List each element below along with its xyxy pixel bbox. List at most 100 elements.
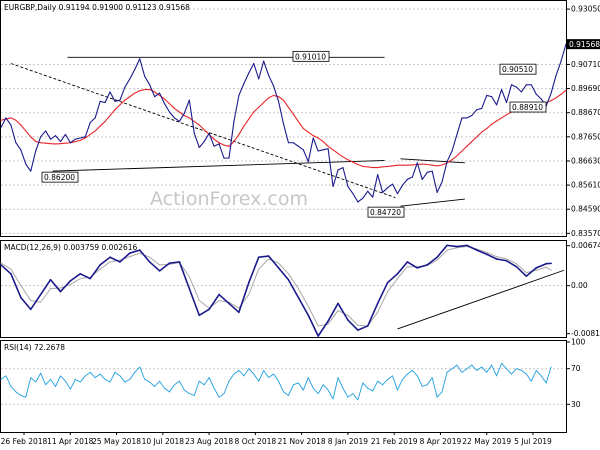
rsi-segment: [60, 375, 66, 382]
macd-lines: [0, 244, 552, 337]
price-segment: [188, 99, 195, 134]
price-segment: [322, 148, 329, 151]
macd-line-segment: [297, 296, 310, 317]
price-segment: [183, 99, 190, 114]
rsi-segment: [20, 394, 27, 398]
rsi-segment: [208, 377, 215, 389]
price-segment: [317, 149, 324, 152]
x-tick-label: 22 May 2019: [462, 437, 511, 446]
moving-average-segment: [426, 163, 433, 166]
moving-average-segment: [322, 141, 329, 147]
price-segment: [486, 94, 493, 98]
price-y-tick-label: 0.86630: [571, 156, 600, 165]
moving-average-segment: [183, 114, 190, 119]
rsi-segment: [35, 372, 42, 383]
moving-average-segment: [456, 150, 463, 157]
rsi-segment: [283, 391, 289, 396]
macd-signal-segment: [50, 287, 61, 290]
rsi-segment: [327, 389, 334, 400]
rsi-segment: [263, 370, 270, 379]
rsi-gridlines: [1, 368, 566, 405]
macd-signal-segment: [307, 305, 319, 327]
moving-average-segment: [243, 118, 250, 127]
rsi-segment: [268, 373, 275, 379]
moving-average-segment: [114, 104, 121, 111]
price-segment: [476, 107, 483, 111]
moving-average-segment: [367, 166, 374, 169]
macd-line-segment: [287, 278, 300, 299]
rsi-segment: [213, 387, 220, 398]
price-segment: [258, 60, 265, 80]
rsi-segment: [144, 378, 151, 383]
moving-average-segment: [258, 101, 265, 108]
price-segment: [59, 133, 66, 143]
rsi-segment: [347, 393, 354, 398]
macd-signal-segment: [198, 299, 210, 309]
moving-average-segment: [139, 88, 146, 92]
rsi-segment: [164, 387, 170, 393]
macd-line-segment: [39, 278, 52, 296]
x-axis: 26 Feb 2018 11 Apr 201825 May 2018 10 Jul …: [1, 432, 552, 446]
price-y-tick-label: 0.84590: [571, 205, 600, 214]
moving-average-segment: [297, 120, 304, 130]
rsi-segment: [525, 373, 532, 382]
price-segment: [515, 86, 522, 93]
x-tick-label: 25 May 2018: [92, 437, 141, 446]
rsi-segment: [15, 391, 22, 396]
moving-average-segment: [263, 97, 270, 104]
macd-line-segment: [89, 264, 101, 280]
macd-line-segment: [466, 244, 478, 251]
rsi-segment: [466, 364, 473, 370]
rsi-segment: [25, 377, 32, 398]
price-segment: [382, 187, 389, 193]
rsi-segment: [50, 378, 56, 387]
price-segment: [391, 183, 399, 195]
moving-average-segment: [233, 133, 240, 143]
moving-average-segment: [193, 120, 200, 126]
rsi-segment: [292, 382, 299, 386]
rsi-segment: [74, 378, 81, 383]
rsi-segment: [124, 378, 131, 383]
x-tick-label: 5 Jul 2019: [514, 437, 552, 446]
rsi-segment: [104, 378, 111, 383]
rsi-segment: [169, 384, 175, 393]
rsi-segment: [40, 372, 47, 386]
rsi-segment: [64, 380, 71, 390]
moving-average-segment: [496, 117, 503, 122]
rsi-segment: [491, 364, 498, 377]
rsi-segment: [288, 384, 294, 396]
macd-line-segment: [347, 319, 359, 331]
macd-line-segment: [495, 258, 508, 262]
rsi-segment: [0, 375, 7, 380]
price-segment: [213, 143, 220, 147]
rsi-header: RSI(14) 72.2678: [4, 343, 65, 352]
price-y-tick-label: 0.90710: [571, 60, 600, 69]
moving-average-segment: [550, 97, 557, 102]
moving-average-segment: [268, 94, 275, 99]
price-segment: [302, 149, 309, 163]
rsi-segment: [258, 370, 265, 382]
price-segment: [545, 92, 552, 107]
price-segment: [510, 84, 517, 88]
macd-header: MACD(12,26,9) 0.003759 0.002616: [4, 243, 138, 252]
price-segment: [307, 137, 314, 163]
price-segment: [208, 132, 215, 147]
rsi-segment: [481, 366, 488, 373]
rsi-segment: [337, 377, 344, 389]
price-segment: [40, 130, 47, 138]
rsi-segment: [312, 387, 319, 395]
rsi-y-axis: 100 70 30: [566, 338, 586, 409]
macd-y-tick-label: 0.00: [571, 281, 588, 290]
price-y-tick-label: 0.88670: [571, 108, 600, 117]
price-segment: [501, 88, 508, 104]
price-y-tick-label: 0.93050: [571, 5, 600, 14]
price-segment: [94, 100, 101, 119]
price-segment: [377, 174, 384, 193]
price-segment: [144, 75, 151, 86]
moving-average-line-group: [0, 88, 567, 169]
moving-average-segment: [357, 163, 364, 167]
rsi-segment: [406, 370, 413, 375]
rsi-segment: [401, 373, 408, 380]
price-segment: [15, 142, 22, 151]
price-segment: [426, 170, 433, 173]
